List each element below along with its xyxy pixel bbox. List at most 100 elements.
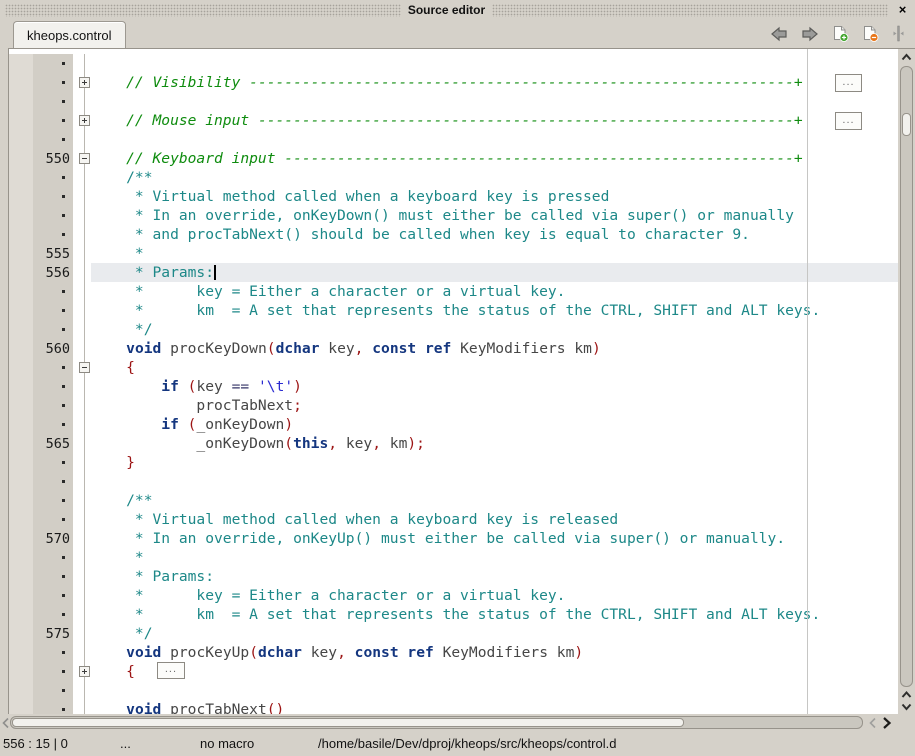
code-line[interactable]: 575 */: [9, 624, 898, 643]
code-text[interactable]: void procKeyDown(dchar key, const ref Ke…: [91, 339, 898, 358]
code-text[interactable]: // Visibility --------------------------…: [91, 73, 898, 92]
fold-expand-icon[interactable]: [79, 666, 90, 677]
code-text[interactable]: if (key == '\t'): [91, 377, 898, 396]
code-text[interactable]: * Virtual method called when a keyboard …: [91, 187, 898, 206]
code-line[interactable]: // Visibility --------------------------…: [9, 73, 898, 92]
new-document-icon[interactable]: [832, 25, 849, 42]
code-text[interactable]: */: [91, 624, 898, 643]
code-line[interactable]: * key = Either a character or a virtual …: [9, 282, 898, 301]
code-line[interactable]: * In an override, onKeyDown() must eithe…: [9, 206, 898, 225]
gutter-macro-cell: [9, 225, 33, 244]
code-line[interactable]: procTabNext;: [9, 396, 898, 415]
code-line[interactable]: 560 void procKeyDown(dchar key, const re…: [9, 339, 898, 358]
code-text[interactable]: [91, 681, 898, 700]
code-text[interactable]: * km = A set that represents the status …: [91, 605, 898, 624]
code-line[interactable]: [9, 130, 898, 149]
code-line[interactable]: * key = Either a character or a virtual …: [9, 586, 898, 605]
code-line[interactable]: /**: [9, 168, 898, 187]
code-line[interactable]: 556 * Params:: [9, 263, 898, 282]
code-line[interactable]: * and procTabNext() should be called whe…: [9, 225, 898, 244]
code-line[interactable]: // Mouse input -------------------------…: [9, 111, 898, 130]
scroll-up-icon[interactable]: [900, 689, 913, 701]
code-line[interactable]: 565 _onKeyDown(this, key, km);: [9, 434, 898, 453]
code-line[interactable]: }: [9, 453, 898, 472]
code-viewport[interactable]: // Visibility --------------------------…: [9, 49, 898, 714]
scroll-up-icon[interactable]: [900, 51, 913, 64]
code-line[interactable]: 550 // Keyboard input ------------------…: [9, 149, 898, 168]
title-bar[interactable]: Source editor ×: [0, 0, 915, 20]
fold-collapse-icon[interactable]: [79, 153, 90, 164]
code-line[interactable]: {: [9, 358, 898, 377]
scroll-left-icon[interactable]: [868, 717, 878, 729]
code-text[interactable]: *: [91, 548, 898, 567]
code-line[interactable]: if (key == '\t'): [9, 377, 898, 396]
code-line[interactable]: if (_onKeyDown): [9, 415, 898, 434]
code-text[interactable]: // Mouse input -------------------------…: [91, 111, 898, 130]
code-text[interactable]: * Params:: [91, 567, 898, 586]
code-text[interactable]: {...: [91, 662, 898, 681]
code-line[interactable]: * km = A set that represents the status …: [9, 605, 898, 624]
back-arrow-icon[interactable]: [770, 26, 788, 42]
code-text[interactable]: }: [91, 453, 898, 472]
split-view-icon[interactable]: [892, 25, 905, 42]
code-text[interactable]: * Virtual method called when a keyboard …: [91, 510, 898, 529]
code-line[interactable]: 570 * In an override, onKeyUp() must eit…: [9, 529, 898, 548]
close-icon[interactable]: ×: [895, 2, 910, 18]
scroll-down-icon[interactable]: [900, 701, 913, 713]
fold-expand-icon[interactable]: [79, 77, 90, 88]
vertical-scroll-track[interactable]: [900, 66, 913, 687]
code-line[interactable]: * Virtual method called when a keyboard …: [9, 187, 898, 206]
code-text[interactable]: [91, 54, 898, 73]
code-line[interactable]: [9, 472, 898, 491]
collapsed-fold-box[interactable]: ...: [835, 112, 862, 130]
code-line[interactable]: *: [9, 548, 898, 567]
code-text[interactable]: /**: [91, 168, 898, 187]
code-text[interactable]: * and procTabNext() should be called whe…: [91, 225, 898, 244]
code-text[interactable]: * key = Either a character or a virtual …: [91, 586, 898, 605]
code-line[interactable]: [9, 54, 898, 73]
code-line[interactable]: 555 *: [9, 244, 898, 263]
horizontal-scroll-thumb[interactable]: [12, 718, 684, 727]
code-text[interactable]: {: [91, 358, 898, 377]
remove-document-icon[interactable]: [862, 25, 879, 42]
code-line[interactable]: {...: [9, 662, 898, 681]
code-line[interactable]: [9, 681, 898, 700]
code-text[interactable]: * km = A set that represents the status …: [91, 301, 898, 320]
code-line[interactable]: /**: [9, 491, 898, 510]
tab-kheops-control[interactable]: kheops.control: [13, 21, 126, 48]
code-text[interactable]: *: [91, 244, 898, 263]
forward-arrow-icon[interactable]: [801, 26, 819, 42]
fold-expand-icon[interactable]: [79, 115, 90, 126]
fold-collapse-icon[interactable]: [79, 362, 90, 373]
code-text[interactable]: * key = Either a character or a virtual …: [91, 282, 898, 301]
vertical-scrollbar[interactable]: [898, 49, 915, 714]
code-line[interactable]: void procTabNext(): [9, 700, 898, 714]
code-text[interactable]: // Keyboard input ----------------------…: [91, 149, 898, 168]
code-text[interactable]: [91, 92, 898, 111]
code-text[interactable]: if (_onKeyDown): [91, 415, 898, 434]
code-text[interactable]: procTabNext;: [91, 396, 898, 415]
code-text[interactable]: [91, 472, 898, 491]
vertical-scroll-thumb[interactable]: [902, 113, 911, 136]
scroll-right-icon[interactable]: [881, 717, 892, 729]
code-line[interactable]: [9, 92, 898, 111]
code-text[interactable]: * Params:: [91, 263, 898, 282]
code-text[interactable]: /**: [91, 491, 898, 510]
code-line[interactable]: * Params:: [9, 567, 898, 586]
code-line[interactable]: * Virtual method called when a keyboard …: [9, 510, 898, 529]
collapsed-fold-box[interactable]: ...: [157, 662, 185, 679]
code-line[interactable]: */: [9, 320, 898, 339]
horizontal-scrollbar[interactable]: [0, 714, 915, 732]
collapsed-fold-box[interactable]: ...: [835, 74, 862, 92]
horizontal-scroll-track[interactable]: [10, 716, 863, 729]
fold-gutter-cell: [73, 206, 91, 225]
code-text[interactable]: * In an override, onKeyDown() must eithe…: [91, 206, 898, 225]
code-text[interactable]: */: [91, 320, 898, 339]
code-text[interactable]: void procKeyUp(dchar key, const ref KeyM…: [91, 643, 898, 662]
code-text[interactable]: * In an override, onKeyUp() must either …: [91, 529, 898, 548]
code-line[interactable]: void procKeyUp(dchar key, const ref KeyM…: [9, 643, 898, 662]
code-text[interactable]: void procTabNext(): [91, 700, 898, 714]
code-text[interactable]: _onKeyDown(this, key, km);: [91, 434, 898, 453]
code-text[interactable]: [91, 130, 898, 149]
code-line[interactable]: * km = A set that represents the status …: [9, 301, 898, 320]
